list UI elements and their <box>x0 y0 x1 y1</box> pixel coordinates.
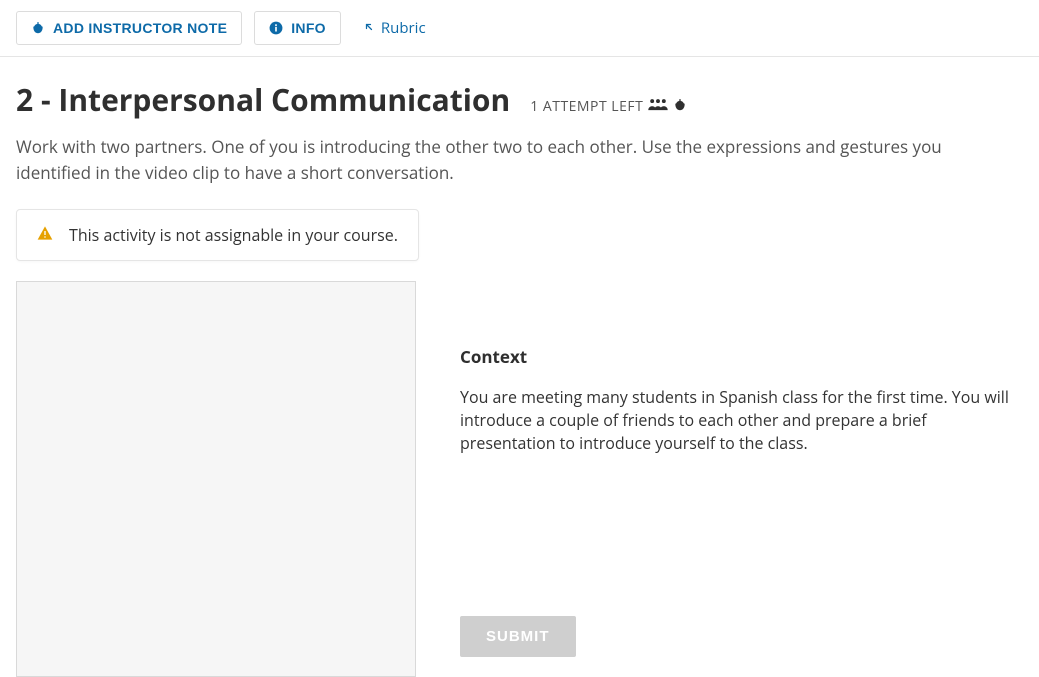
info-icon <box>269 21 283 35</box>
context-heading: Context <box>460 345 1023 368</box>
main-content: 2 - Interpersonal Communication 1 ATTEMP… <box>0 57 1039 677</box>
apple-solid-icon <box>673 97 687 116</box>
submit-wrap: SUBMIT <box>460 616 1023 657</box>
header-row: 2 - Interpersonal Communication 1 ATTEMP… <box>16 79 1023 120</box>
add-instructor-note-button[interactable]: ADD INSTRUCTOR NOTE <box>16 11 242 45</box>
apple-icon <box>31 21 45 35</box>
submit-button[interactable]: SUBMIT <box>460 616 576 657</box>
info-button[interactable]: INFO <box>254 11 341 45</box>
group-icon <box>647 97 669 116</box>
arrow-upleft-icon <box>363 18 375 38</box>
rubric-label: Rubric <box>381 18 426 38</box>
rubric-link[interactable]: Rubric <box>353 10 436 46</box>
warning-icon <box>37 224 53 246</box>
context-body: You are meeting many students in Spanish… <box>460 386 1023 456</box>
page-title: 2 - Interpersonal Communication <box>16 79 510 120</box>
content-row: Context You are meeting many students in… <box>16 281 1023 677</box>
attempts-text: 1 ATTEMPT LEFT <box>530 97 643 116</box>
add-instructor-note-label: ADD INSTRUCTOR NOTE <box>53 20 227 36</box>
warning-box: This activity is not assignable in your … <box>16 209 419 261</box>
media-placeholder <box>16 281 416 677</box>
info-label: INFO <box>291 20 326 36</box>
activity-description: Work with two partners. One of you is in… <box>16 134 976 185</box>
warning-text: This activity is not assignable in your … <box>69 224 398 246</box>
attempts-remaining: 1 ATTEMPT LEFT <box>530 97 687 116</box>
context-column: Context You are meeting many students in… <box>460 281 1023 657</box>
toolbar: ADD INSTRUCTOR NOTE INFO Rubric <box>0 0 1039 57</box>
